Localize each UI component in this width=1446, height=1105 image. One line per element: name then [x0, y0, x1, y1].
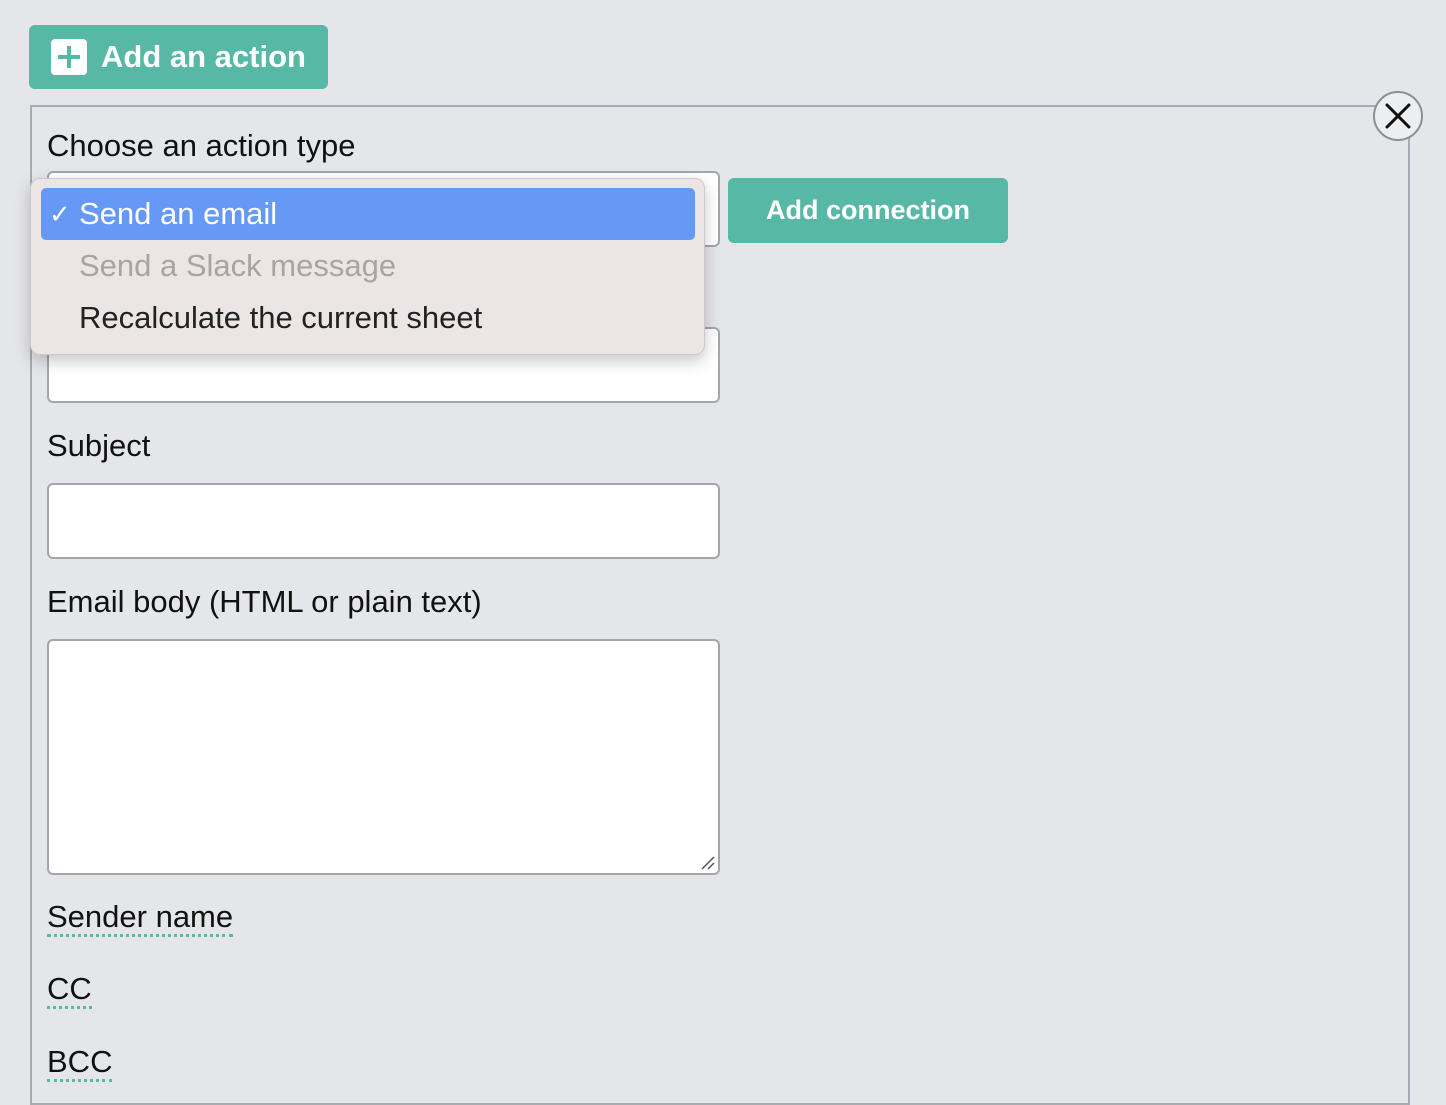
option-recalculate-sheet[interactable]: Recalculate the current sheet [41, 292, 695, 344]
add-action-button[interactable]: Add an action [29, 25, 328, 89]
option-send-email[interactable]: ✓ Send an email [41, 188, 695, 240]
add-action-label: Add an action [101, 39, 306, 74]
option-label: Recalculate the current sheet [79, 300, 483, 335]
option-label: Send an email [79, 196, 278, 231]
action-type-dropdown: ✓ Send an email Send a Slack message Rec… [30, 178, 705, 355]
option-send-slack: Send a Slack message [41, 240, 695, 292]
cc-label[interactable]: CC [47, 971, 92, 1010]
add-connection-button[interactable]: Add connection [728, 178, 1008, 243]
resize-grip-icon[interactable] [699, 854, 715, 870]
sender-name-label[interactable]: Sender name [47, 899, 234, 938]
checkmark-icon: ✓ [49, 198, 71, 229]
close-button[interactable] [1373, 91, 1423, 141]
subject-label: Subject [47, 428, 151, 463]
email-body-textarea[interactable] [47, 639, 720, 875]
close-icon [1385, 103, 1411, 129]
subject-input[interactable] [47, 483, 720, 559]
plus-square-icon [51, 39, 87, 75]
option-label: Send a Slack message [79, 248, 397, 283]
email-body-label: Email body (HTML or plain text) [47, 584, 482, 619]
action-type-label: Choose an action type [47, 128, 356, 163]
bcc-label[interactable]: BCC [47, 1044, 113, 1083]
